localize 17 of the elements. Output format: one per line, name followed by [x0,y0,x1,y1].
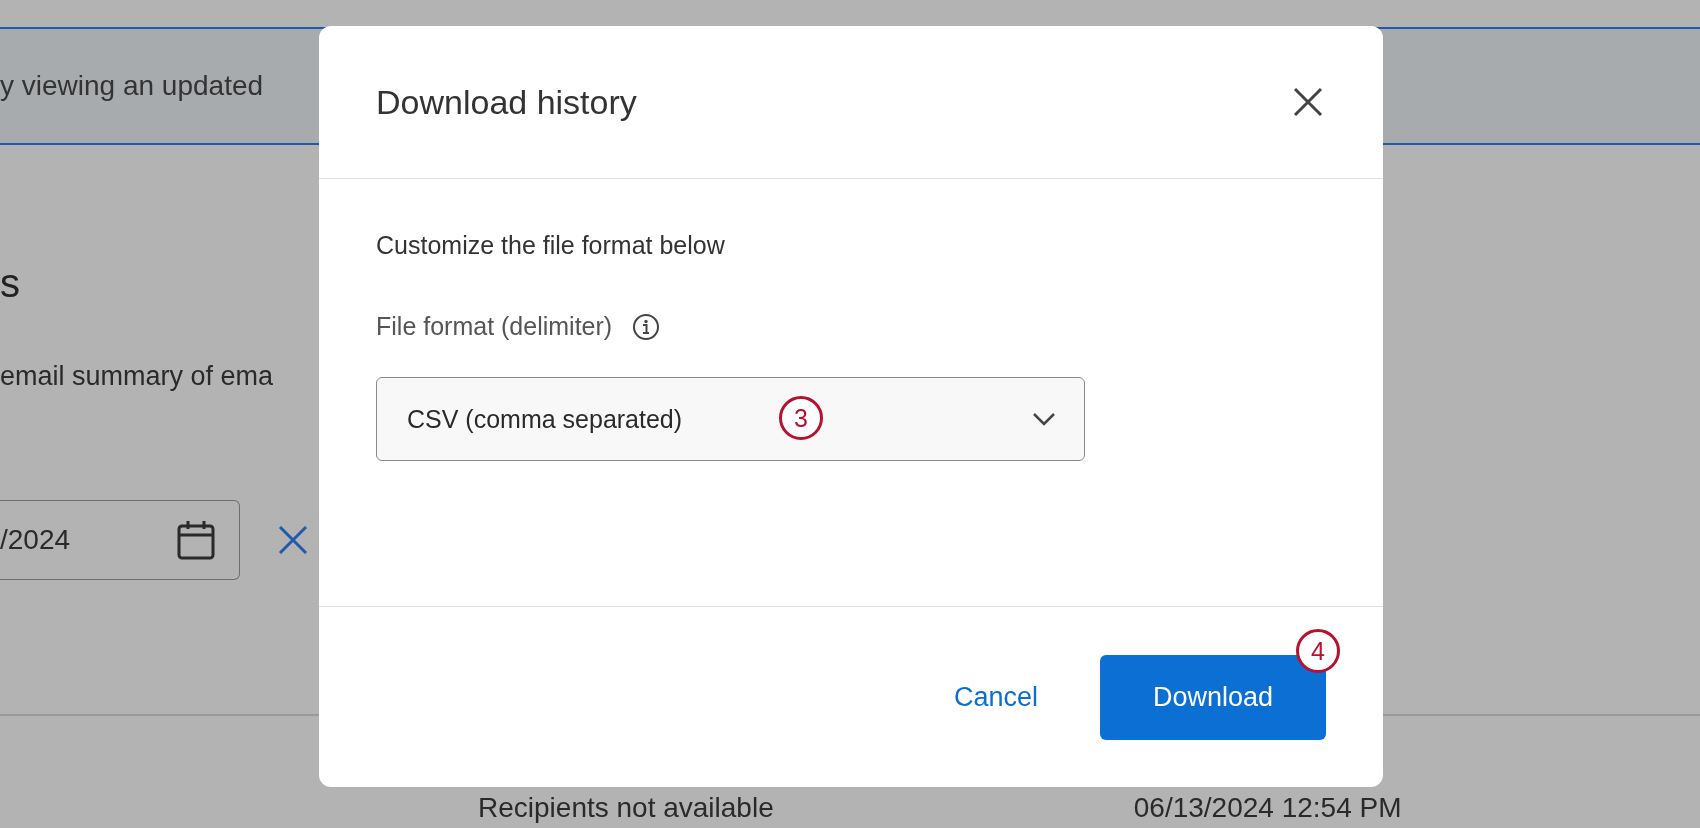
table-cell: Recipients not available [478,792,774,824]
dialog-intro: Customize the file format below [376,231,726,260]
dialog-title: Download history [376,82,637,122]
format-select[interactable]: CSV (comma separated) 3 [376,377,1085,461]
close-icon [1293,87,1323,117]
table-cell: 06/13/2024 12:54 PM [1133,792,1402,824]
calendar-icon [177,520,215,560]
info-icon[interactable] [632,312,661,341]
page-heading: s [0,263,20,303]
clear-icon[interactable] [278,525,308,555]
field-label: File format (delimiter) [376,312,613,341]
chevron-down-icon [1032,412,1056,426]
date-field[interactable]: /2024 [0,500,240,580]
banner-text: y viewing an updated [0,70,264,102]
step-marker: 3 [779,396,823,440]
cancel-button[interactable]: Cancel [947,680,1044,714]
page-description: email summary of ema [0,361,274,392]
